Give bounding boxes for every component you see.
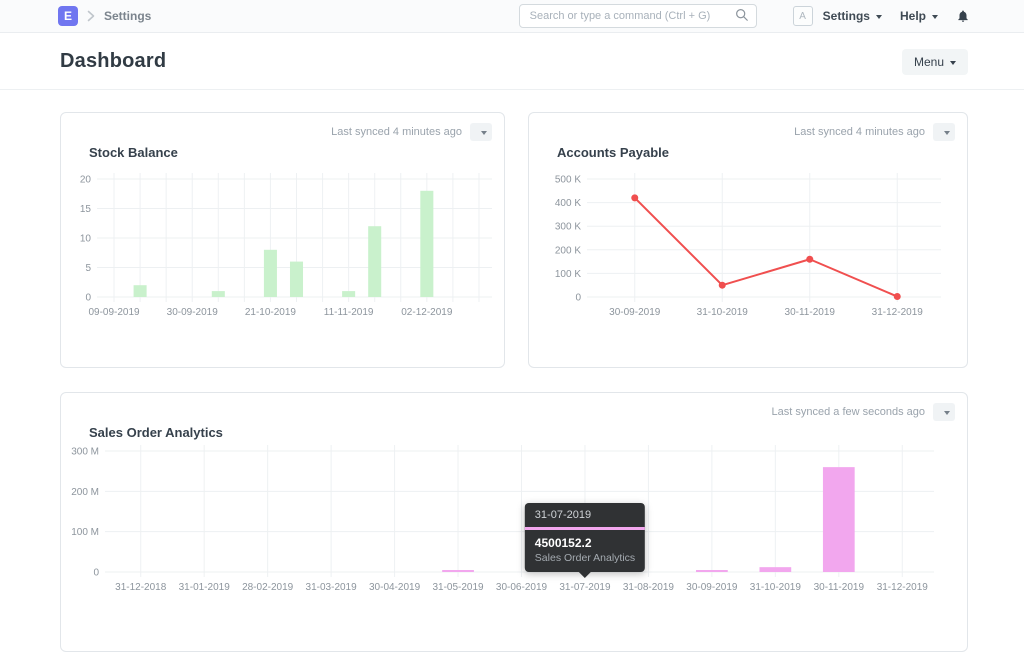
svg-text:31-12-2018: 31-12-2018 — [115, 582, 167, 593]
app-logo[interactable]: E — [58, 6, 78, 26]
chart-title: Accounts Payable — [557, 145, 669, 160]
global-search — [518, 4, 757, 28]
svg-text:30-11-2019: 30-11-2019 — [785, 307, 836, 318]
card-stock-balance: Last synced 4 minutes ago Stock Balance … — [60, 112, 505, 368]
svg-text:31-10-2019: 31-10-2019 — [697, 307, 749, 318]
menu-button-label: Menu — [913, 54, 944, 69]
chevron-right-icon — [87, 10, 95, 22]
svg-text:100 M: 100 M — [71, 527, 99, 538]
svg-text:300 M: 300 M — [71, 447, 99, 458]
svg-text:11-11-2019: 11-11-2019 — [324, 307, 374, 318]
caret-down-icon — [950, 60, 956, 65]
sales-order-analytics-chart[interactable]: 0 100 M 200 M 300 M 31-12-2018 31-01-2019 28-0… — [61, 438, 967, 613]
svg-text:400 K: 400 K — [555, 198, 581, 209]
svg-text:0: 0 — [575, 293, 581, 304]
tooltip-value: 4500152.2 — [534, 536, 592, 550]
caret-down-icon — [875, 15, 882, 19]
tooltip-series-label: Sales Order Analytics — [534, 552, 636, 564]
chart-title: Stock Balance — [89, 145, 178, 160]
settings-menu[interactable]: Settings — [823, 9, 882, 23]
sync-status-label: Last synced 4 minutes ago — [331, 126, 462, 138]
svg-text:200 M: 200 M — [71, 487, 99, 498]
svg-text:200 K: 200 K — [555, 245, 581, 256]
caret-down-icon — [944, 411, 950, 415]
svg-text:31-07-2019: 31-07-2019 — [559, 582, 611, 593]
breadcrumb-settings[interactable]: Settings — [104, 9, 151, 23]
svg-text:30-09-2019: 30-09-2019 — [686, 582, 738, 593]
svg-text:31-12-2019: 31-12-2019 — [872, 307, 924, 318]
help-menu[interactable]: Help — [900, 9, 938, 23]
svg-text:100 K: 100 K — [555, 269, 581, 280]
svg-text:31-03-2019: 31-03-2019 — [306, 582, 358, 593]
sync-status: Last synced 4 minutes ago — [794, 123, 955, 141]
svg-text:30-09-2019: 30-09-2019 — [167, 307, 219, 318]
search-input[interactable] — [518, 4, 757, 28]
caret-down-icon — [944, 131, 950, 135]
sync-status-label: Last synced 4 minutes ago — [794, 126, 925, 138]
svg-text:15: 15 — [80, 204, 92, 215]
tooltip-date: 31-07-2019 — [524, 503, 646, 530]
svg-text:500 K: 500 K — [555, 175, 581, 186]
stock-balance-chart[interactable]: 0 5 10 15 20 09-09-2019 30-09-2019 21-10-2019 11… — [61, 169, 504, 344]
search-icon[interactable] — [735, 8, 749, 27]
page-header: Dashboard Menu — [0, 34, 1024, 90]
svg-text:0: 0 — [93, 568, 99, 579]
svg-text:28-02-2019: 28-02-2019 — [242, 582, 294, 593]
svg-text:31-01-2019: 31-01-2019 — [179, 582, 231, 593]
svg-text:300 K: 300 K — [555, 222, 581, 233]
svg-text:0: 0 — [85, 293, 91, 304]
card-sales-order-analytics: Last synced a few seconds ago Sales Orde… — [60, 392, 968, 652]
sync-status: Last synced 4 minutes ago — [331, 123, 492, 141]
card-menu-button[interactable] — [470, 123, 492, 141]
notification-bell-icon[interactable] — [956, 9, 970, 23]
svg-text:31-10-2019: 31-10-2019 — [750, 582, 802, 593]
caret-down-icon — [932, 15, 938, 19]
card-menu-button[interactable] — [933, 123, 955, 141]
menu-button[interactable]: Menu — [901, 48, 968, 75]
svg-text:5: 5 — [85, 263, 91, 274]
svg-text:10: 10 — [80, 234, 92, 245]
svg-text:30-04-2019: 30-04-2019 — [369, 582, 421, 593]
svg-text:31-12-2019: 31-12-2019 — [877, 582, 929, 593]
chart-tooltip: 31-07-2019 4500152.2 Sales Order Analyti… — [524, 503, 646, 578]
page-title: Dashboard — [60, 50, 167, 72]
svg-text:30-06-2019: 30-06-2019 — [496, 582, 548, 593]
accounts-payable-chart[interactable]: 0 100 K 200 K 300 K 400 K 500 K 30-09-2019 31-1… — [529, 169, 967, 344]
svg-text:02-12-2019: 02-12-2019 — [401, 307, 453, 318]
help-menu-label: Help — [899, 9, 926, 23]
card-accounts-payable: Last synced 4 minutes ago Accounts Payab… — [528, 112, 968, 368]
sync-status-label: Last synced a few seconds ago — [771, 406, 925, 418]
svg-text:31-05-2019: 31-05-2019 — [432, 582, 484, 593]
card-menu-button[interactable] — [933, 403, 955, 421]
svg-text:09-09-2019: 09-09-2019 — [88, 307, 140, 318]
svg-text:30-09-2019: 30-09-2019 — [609, 307, 661, 318]
caret-down-icon — [481, 131, 487, 135]
user-avatar[interactable]: A — [792, 6, 813, 26]
sync-status: Last synced a few seconds ago — [772, 403, 955, 421]
svg-text:21-10-2019: 21-10-2019 — [245, 307, 297, 318]
svg-text:31-08-2019: 31-08-2019 — [623, 582, 675, 593]
settings-menu-label: Settings — [822, 9, 870, 23]
svg-text:20: 20 — [80, 175, 92, 186]
navbar: E Settings A Settings Help — [0, 0, 1024, 33]
svg-text:30-11-2019: 30-11-2019 — [814, 582, 865, 593]
